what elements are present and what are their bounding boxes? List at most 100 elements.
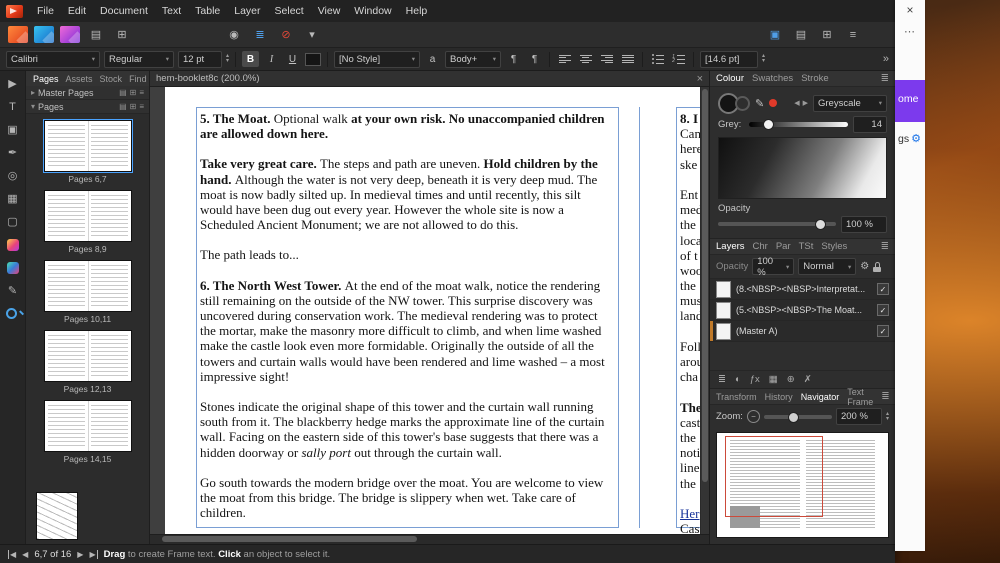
tab-history[interactable]: History <box>765 392 793 402</box>
pages-row[interactable]: ▾ Pages ▤ ⊞ ≡ <box>26 100 149 114</box>
italic-button[interactable]: I <box>263 51 280 67</box>
menu-document[interactable]: Document <box>93 0 155 22</box>
zoom-stepper[interactable]: ▴ ▾ <box>886 411 889 422</box>
menu-text[interactable]: Text <box>155 0 188 22</box>
persona-publisher-icon[interactable] <box>8 26 28 43</box>
layer-visibility-checkbox[interactable]: ✓ <box>877 283 889 295</box>
bold-button[interactable]: B <box>242 51 260 67</box>
zoom-slider[interactable] <box>763 411 832 423</box>
layer-row[interactable]: (5.<NBSP><NBSP>The Moat... ✓ <box>710 300 895 321</box>
guides-icon[interactable]: ≣ <box>250 26 270 44</box>
snapping-icon[interactable]: ⊘ <box>276 26 296 44</box>
add-page-icon[interactable]: ▤ <box>119 102 127 111</box>
menu-view[interactable]: View <box>311 0 348 22</box>
mode-next-icon[interactable]: ▶ <box>803 99 808 107</box>
tab-layers[interactable]: Layers <box>716 241 745 252</box>
blend-options-icon[interactable]: ≣ <box>718 374 726 385</box>
text-style-select[interactable]: Body+ ▾ <box>445 50 502 68</box>
spread-thumbnail[interactable] <box>43 400 132 452</box>
menu-table[interactable]: Table <box>188 0 227 22</box>
background-window[interactable]: × ⋯ ome gs ⚙ <box>895 0 925 551</box>
master-pages-row[interactable]: ▸ Master Pages ▤ ⊞ ≡ <box>26 86 149 100</box>
paragraph-style-select[interactable]: [No Style] ▾ <box>334 50 421 68</box>
layer-visibility-checkbox[interactable]: ✓ <box>877 304 889 316</box>
rows-icon[interactable]: ▤ <box>791 26 811 44</box>
panel-menu-icon[interactable]: ≣ <box>881 73 889 84</box>
tab-pages[interactable]: Pages <box>30 74 62 84</box>
page-thumb-pages-6-7[interactable]: Pages 6,7 <box>42 119 133 184</box>
page-spread[interactable]: 5. The Moat. Optional walk at your own r… <box>165 87 709 534</box>
page-thumb-pages-8-9[interactable]: Pages 8,9 <box>43 190 132 254</box>
menu-layer[interactable]: Layer <box>227 0 267 22</box>
lock-icon[interactable] <box>873 261 882 272</box>
tab-stroke[interactable]: Stroke <box>801 73 828 84</box>
align-center-button[interactable] <box>577 51 594 67</box>
preview-mode-icon[interactable]: ◉ <box>224 26 244 44</box>
greyscale-gradient-box[interactable] <box>718 137 887 199</box>
place-image-tool[interactable] <box>4 237 21 252</box>
next-spread-button[interactable]: ▶ <box>77 550 83 559</box>
font-weight-select[interactable]: Regular ▾ <box>104 50 174 68</box>
order-icon[interactable]: ▤ <box>86 26 106 44</box>
pen-tool[interactable]: ✒ <box>4 145 21 160</box>
document-tab[interactable]: hem-booklet8c (200.0%) <box>156 73 260 84</box>
recent-colour-dot[interactable] <box>769 99 778 107</box>
leading-stepper[interactable]: ▴ ▾ <box>762 53 765 64</box>
show-special-characters-button[interactable]: ¶ <box>505 51 522 67</box>
persona-designer-icon[interactable] <box>34 26 54 43</box>
zoom-slider-thumb[interactable] <box>788 411 800 423</box>
fx-icon[interactable]: ƒx <box>750 374 760 385</box>
spread-thumbnail[interactable] <box>43 260 132 312</box>
previous-spread-button[interactable]: ◀ <box>22 550 28 559</box>
adjustment-icon[interactable]: ▦ <box>769 374 778 385</box>
align-right-button[interactable] <box>598 51 615 67</box>
vector-crop-tool[interactable]: ▢ <box>4 214 21 229</box>
panel-menu-icon[interactable]: ≣ <box>881 241 889 252</box>
layer-visibility-checkbox[interactable]: ✓ <box>877 325 889 337</box>
tab-stock[interactable]: Stock <box>97 74 126 84</box>
tab-find[interactable]: Find <box>126 74 150 84</box>
tab-styles[interactable]: Styles <box>821 241 847 252</box>
delete-layer-icon[interactable]: ✗ <box>804 374 812 385</box>
layers-opacity-select[interactable]: 100 % ▾ <box>752 256 795 278</box>
colour-mode-select[interactable]: Greyscale ▾ <box>813 94 887 112</box>
frame-text-tool[interactable]: T <box>4 99 21 114</box>
opacity-value-field[interactable]: 100 % <box>841 215 887 233</box>
menu-file[interactable]: File <box>30 0 61 22</box>
leading-select[interactable]: [14.6 pt] <box>700 50 759 68</box>
pages-icon[interactable]: ⊞ <box>112 26 132 44</box>
vertical-scrollbar-thumb[interactable] <box>702 89 708 483</box>
text-colour-swatch[interactable] <box>305 52 322 66</box>
eyedropper-icon[interactable]: ✎ <box>755 97 764 110</box>
blend-mode-select[interactable]: Normal ▾ <box>798 258 857 275</box>
close-icon[interactable]: × <box>895 3 925 17</box>
page-thumb-pages-14-15[interactable]: Pages 14,15 <box>43 400 132 464</box>
opacity-slider-thumb[interactable] <box>814 219 826 230</box>
document-canvas[interactable]: 5. The Moat. Optional walk at your own r… <box>150 87 709 534</box>
tab-navigator[interactable]: Navigator <box>801 392 840 402</box>
settings-link[interactable]: gs ⚙ <box>898 132 921 146</box>
secondary-colour-icon[interactable] <box>735 95 750 111</box>
horizontal-scrollbar-thumb[interactable] <box>162 536 417 542</box>
more-options-icon[interactable]: ⋯ <box>895 25 925 38</box>
layer-row[interactable]: (8.<NBSP><NBSP>Interpretat... ✓ <box>710 279 895 300</box>
expand-icon[interactable]: ▾ <box>31 102 35 111</box>
spread-thumbnail[interactable] <box>42 119 133 173</box>
toolbar-overflow-chevron[interactable]: » <box>883 53 889 65</box>
close-document-icon[interactable]: × <box>697 73 703 85</box>
master-menu-icon[interactable]: ≡ <box>139 88 144 97</box>
pages-menu-icon[interactable]: ≡ <box>139 102 144 111</box>
add-layer-icon[interactable]: ⊕ <box>787 374 795 385</box>
horizontal-scrollbar[interactable] <box>150 534 709 544</box>
character-panel-button[interactable]: a <box>424 51 441 67</box>
first-spread-button[interactable]: ◀ <box>8 549 16 559</box>
menu-select[interactable]: Select <box>268 0 311 22</box>
tab-swatches[interactable]: Swatches <box>752 73 793 84</box>
tab-par[interactable]: Par <box>776 241 791 252</box>
gear-icon[interactable]: ⚙ <box>860 261 869 272</box>
menu-edit[interactable]: Edit <box>61 0 93 22</box>
tab-text-frame[interactable]: Text Frame <box>847 387 873 407</box>
left-column-text[interactable]: 5. The Moat. Optional walk at your own r… <box>200 111 615 534</box>
grid-icon[interactable]: ⊞ <box>817 26 837 44</box>
mode-prev-icon[interactable]: ◀ <box>794 99 799 107</box>
